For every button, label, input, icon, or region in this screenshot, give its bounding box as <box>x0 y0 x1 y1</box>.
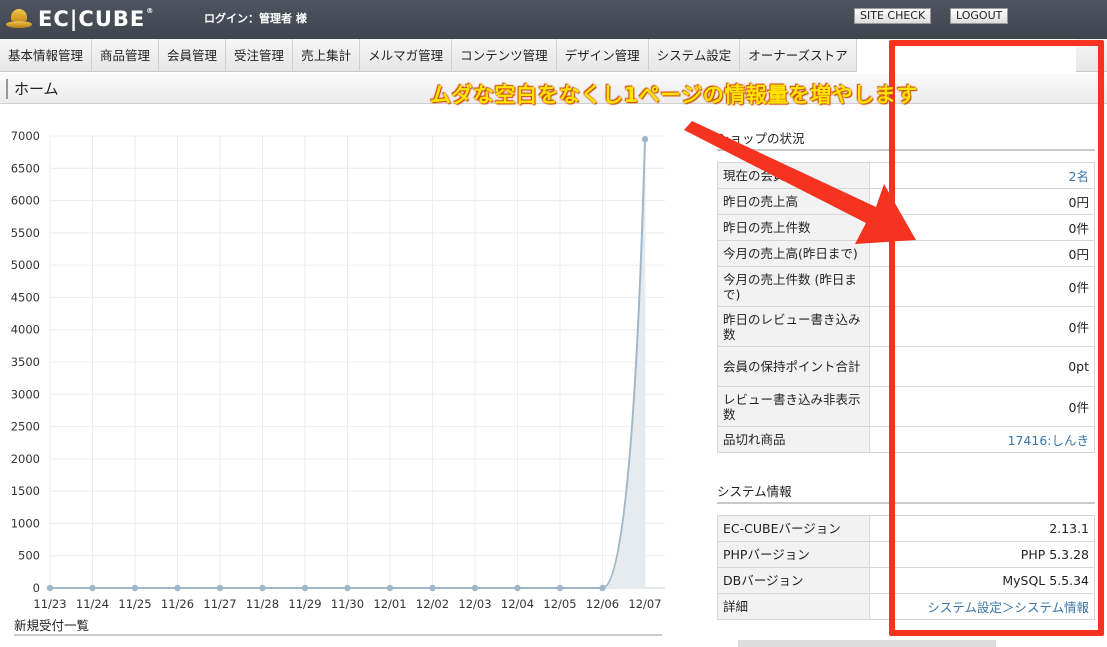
data-point <box>301 584 309 592</box>
row-label: 今月の売上高(昨日まで) <box>717 240 870 267</box>
login-status: ログイン：管理者 様 <box>204 12 307 25</box>
y-tick-label: 2000 <box>11 452 40 466</box>
sales-chart-svg: 0 500 1000 1500 2000 2500 3000 3500 4000 4500 5000… <box>11 129 665 611</box>
data-point <box>599 584 606 592</box>
sales-chart: 0 500 1000 1500 2000 2500 3000 3500 4000 4500 5000… <box>0 120 680 620</box>
top-header: EC|CUBE® ログイン：管理者 様 SITE CHECK LOGOUT <box>0 0 1107 39</box>
data-point <box>46 584 54 592</box>
x-tick-label: 11/27 <box>203 597 236 611</box>
nav-item[interactable]: システム設定 <box>649 39 741 72</box>
y-tick-label: 500 <box>18 549 40 563</box>
row-label: 昨日のレビュー書き込み数 <box>717 306 870 347</box>
nav-item[interactable]: メルマガ管理 <box>360 39 453 72</box>
y-tick-label: 4000 <box>11 323 40 337</box>
data-point <box>89 584 96 592</box>
logo-text: EC|CUBE® <box>38 7 155 31</box>
y-tick-label: 5500 <box>11 226 40 240</box>
x-tick-label: 11/26 <box>161 597 194 611</box>
y-tick-label: 1500 <box>11 484 40 498</box>
x-tick-label: 12/03 <box>458 597 491 611</box>
nav-item[interactable]: 基本情報管理 <box>0 39 93 72</box>
site-check-button[interactable]: SITE CHECK <box>854 8 932 24</box>
nav-item[interactable]: コンテンツ管理 <box>452 39 557 72</box>
nav-item[interactable]: オーナーズストア <box>740 39 857 72</box>
row-label: 今月の売上件数 (昨日まで) <box>717 266 870 307</box>
x-tick-label: 11/24 <box>76 597 109 611</box>
annotation-highlight-box <box>889 40 1104 636</box>
nav-item[interactable]: デザイン管理 <box>557 39 649 72</box>
x-tick-label: 11/29 <box>288 597 321 611</box>
x-tick-label: 12/06 <box>586 597 619 611</box>
y-tick-label: 3500 <box>11 355 40 369</box>
data-point <box>556 584 564 592</box>
data-point <box>174 584 181 592</box>
row-label: DBバージョン <box>717 567 870 594</box>
data-point <box>641 136 649 143</box>
y-tick-label: 1000 <box>11 516 40 530</box>
x-tick-label: 12/01 <box>373 597 406 611</box>
logout-button[interactable]: LOGOUT <box>950 8 1009 24</box>
row-label: 品切れ商品 <box>717 426 870 453</box>
data-point <box>386 584 394 592</box>
row-label: レビュー書き込み非表示数 <box>717 386 870 427</box>
row-label: 昨日の売上件数 <box>717 214 870 241</box>
row-label: 詳細 <box>717 593 870 620</box>
annotation-callout: ムダな空白をなくし1ページの情報量を増やします <box>430 83 918 107</box>
x-tick-label: 11/30 <box>331 597 364 611</box>
nav-item[interactable]: 売上集計 <box>293 39 361 72</box>
page-title: ホーム <box>6 79 59 99</box>
hat-logo-icon <box>6 9 32 29</box>
x-tick-label: 12/07 <box>628 597 661 611</box>
y-tick-label: 2500 <box>11 420 40 434</box>
nav-item[interactable]: 商品管理 <box>92 39 160 72</box>
data-point <box>259 584 266 592</box>
y-tick-label: 3000 <box>11 387 40 401</box>
row-label: 現在の会員数 <box>717 162 870 189</box>
data-point <box>216 584 224 592</box>
system-info-title: システム情報 <box>717 484 792 499</box>
nav-item[interactable]: 会員管理 <box>159 39 227 72</box>
y-tick-label: 5000 <box>11 258 40 272</box>
registered-mark: ® <box>146 7 155 15</box>
row-label: EC-CUBEバージョン <box>717 515 870 542</box>
y-tick-label: 6500 <box>11 161 40 175</box>
ec-cube-logo[interactable]: EC|CUBE® <box>6 6 154 32</box>
data-point <box>471 584 479 592</box>
bottom-section-bar <box>738 640 996 647</box>
x-tick-label: 12/04 <box>501 597 534 611</box>
x-tick-label: 12/05 <box>543 597 576 611</box>
x-tick-label: 11/25 <box>118 597 151 611</box>
shop-status-title: ショップの状況 <box>717 131 805 146</box>
y-tick-label: 4500 <box>11 290 40 304</box>
y-tick-label: 6000 <box>11 194 40 208</box>
new-orders-divider <box>14 634 662 636</box>
data-point <box>514 584 521 592</box>
nav-item[interactable]: 受注管理 <box>226 39 294 72</box>
new-orders-title: 新規受付一覧 <box>14 618 90 633</box>
data-point <box>429 584 436 592</box>
y-tick-label: 7000 <box>11 129 40 143</box>
y-tick-label: 0 <box>33 581 40 595</box>
x-tick-label: 12/02 <box>416 597 449 611</box>
row-label: 会員の保持ポイント合計 <box>717 346 870 387</box>
row-label: 昨日の売上高 <box>717 188 870 215</box>
data-point <box>131 584 139 592</box>
data-point <box>344 584 351 592</box>
row-label: PHPバージョン <box>717 541 870 568</box>
x-tick-label: 11/23 <box>33 597 66 611</box>
x-tick-label: 11/28 <box>246 597 279 611</box>
